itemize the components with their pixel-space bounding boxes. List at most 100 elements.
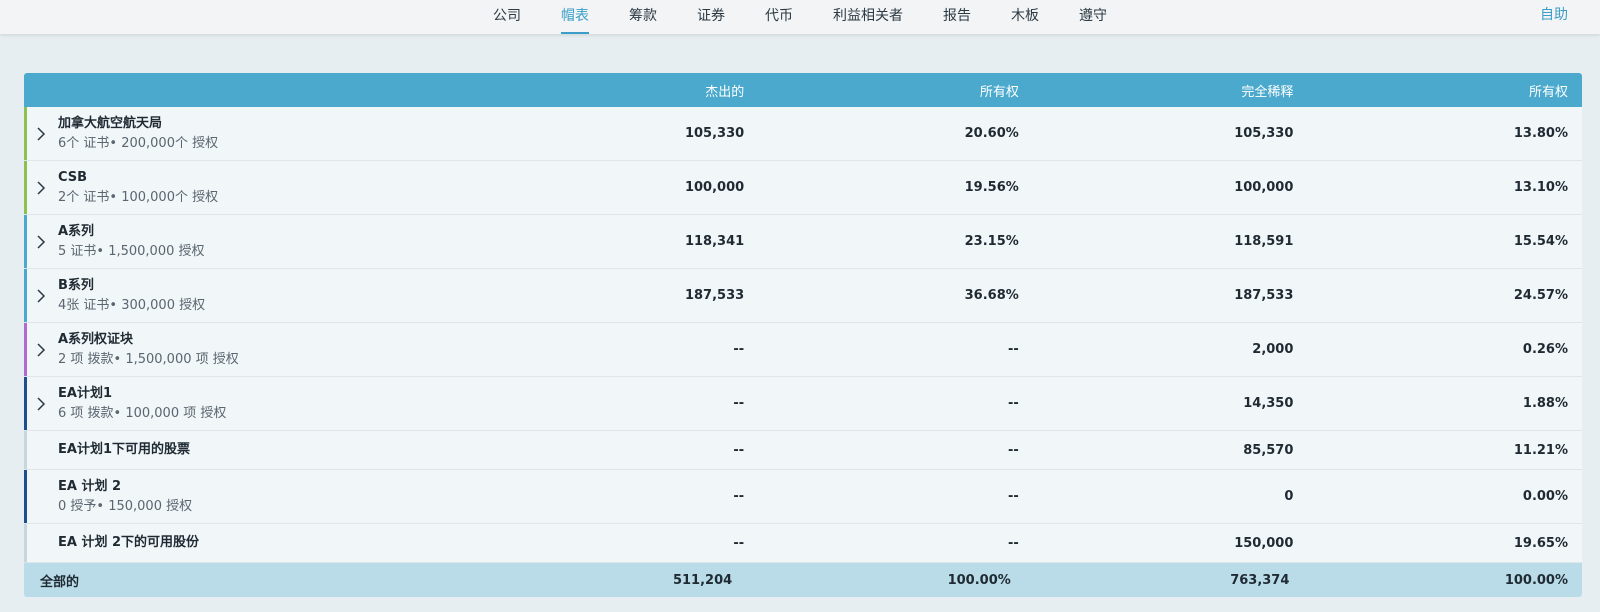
row-name-cell: EA计划1 6 项 拨款• 100,000 项 授权 [24, 384, 549, 424]
security-name: B系列 [58, 277, 94, 293]
table-body: 加拿大航空航天局 6个 证书• 200,000个 授权 105,330 20.60% 1… [24, 107, 1582, 563]
chevron-right-icon[interactable] [32, 233, 50, 251]
row-name-cell: EA 计划 2下的可用股份 [24, 533, 549, 553]
cell-ownership: -- [1008, 535, 1019, 551]
cell-diluted-ownership: 13.80% [1513, 126, 1569, 141]
table-row[interactable]: EA计划1 6 项 拨款• 100,000 项 授权 -- -- 14,350 1.88% [24, 377, 1582, 431]
row-name-cell: B系列 4张 证书• 300,000 授权 [24, 276, 549, 316]
nav-item-company[interactable]: 公司 [473, 0, 541, 34]
cell-diluted-ownership: 0.26% [1522, 342, 1569, 357]
cell-fully-diluted: 150,000 [1234, 535, 1294, 551]
security-name: EA计划1 [58, 385, 112, 401]
chevron-right-icon[interactable] [32, 125, 50, 143]
cell-outstanding: 187,533 [684, 288, 745, 303]
total-diluted-ownership: 100.00% [1504, 572, 1569, 588]
header-ownership[interactable]: 所有权 [758, 81, 1033, 100]
help-link[interactable]: 自助 [1540, 0, 1568, 32]
cell-ownership: -- [1008, 442, 1019, 458]
table-row: EA 计划 2下的可用股份 -- -- 150,000 19.65% [24, 524, 1582, 563]
cell-diluted-ownership: 1.88% [1522, 396, 1569, 411]
table-row[interactable]: 加拿大航空航天局 6个 证书• 200,000个 授权 105,330 20.60% 1… [24, 107, 1582, 161]
total-outstanding: 511,204 [672, 572, 733, 588]
chevron-right-icon[interactable] [32, 179, 50, 197]
main-nav: 公司 帽表 筹款 证券 代币 利益相关者 报告 木板 遵守 [0, 0, 1600, 34]
security-summary: 2个 证书• 100,000个 授权 [58, 189, 219, 205]
security-summary: 6个 证书• 200,000个 授权 [58, 135, 219, 151]
nav-item-reports[interactable]: 报告 [923, 0, 991, 34]
table-row[interactable]: CSB 2个 证书• 100,000个 授权 100,000 19.56% 100,00… [24, 161, 1582, 215]
row-color-bar [24, 269, 27, 322]
header-outstanding[interactable]: 杰出的 [549, 81, 758, 100]
row-name-cell: EA 计划 2 0 授予• 150,000 授权 [24, 477, 549, 517]
cell-diluted-ownership: 24.57% [1513, 288, 1569, 303]
cell-fully-diluted: 2,000 [1252, 342, 1294, 357]
cell-outstanding: -- [733, 396, 745, 411]
security-name: A系列 [58, 223, 95, 239]
cell-fully-diluted: 187,533 [1234, 288, 1294, 303]
total-label: 全部的 [40, 574, 80, 590]
cell-diluted-ownership: 19.65% [1513, 535, 1569, 551]
row-color-bar [24, 161, 27, 214]
row-name-cell: EA计划1下可用的股票 [24, 440, 549, 460]
security-summary: 6 项 拨款• 100,000 项 授权 [58, 405, 227, 421]
cell-outstanding: 100,000 [684, 180, 745, 195]
nav-item-securities[interactable]: 证券 [677, 0, 745, 34]
nav-item-stakeholders[interactable]: 利益相关者 [813, 0, 923, 34]
nav-item-compliance[interactable]: 遵守 [1059, 0, 1127, 34]
cell-outstanding: -- [733, 442, 745, 458]
header-diluted-ownership[interactable]: 所有权 [1307, 81, 1582, 100]
security-name: EA 计划 2下的可用股份 [58, 535, 200, 550]
security-name: 加拿大航空航天局 [58, 115, 163, 131]
row-name-lines: EA计划1 6 项 拨款• 100,000 项 授权 [58, 384, 226, 424]
security-summary: 0 授予• 150,000 授权 [58, 498, 193, 514]
row-name-lines: EA 计划 2下的可用股份 [58, 533, 199, 553]
row-color-bar [24, 215, 27, 268]
table-row[interactable]: A系列权证块 2 项 拨款• 1,500,000 项 授权 -- -- 2,000 0.2… [24, 323, 1582, 377]
security-summary: 2 项 拨款• 1,500,000 项 授权 [58, 351, 239, 367]
security-name: A系列权证块 [58, 331, 134, 347]
row-color-bar [24, 524, 27, 562]
row-name-cell: A系列权证块 2 项 拨款• 1,500,000 项 授权 [24, 330, 549, 370]
cell-outstanding: 118,341 [684, 234, 745, 249]
nav-item-fundraising[interactable]: 筹款 [609, 0, 677, 34]
row-color-bar [24, 470, 27, 523]
cell-diluted-ownership: 15.54% [1513, 234, 1569, 249]
row-name-lines: A系列权证块 2 项 拨款• 1,500,000 项 授权 [58, 330, 239, 370]
security-name: EA计划1下可用的股票 [58, 442, 190, 457]
security-name: CSB [58, 169, 88, 185]
header-fully-diluted[interactable]: 完全稀释 [1033, 81, 1308, 100]
table-row: EA计划1下可用的股票 -- -- 85,570 11.21% [24, 431, 1582, 470]
cell-ownership: 36.68% [964, 288, 1019, 303]
table-row: EA 计划 2 0 授予• 150,000 授权 -- -- 0 0.00% [24, 470, 1582, 524]
row-color-bar [24, 377, 27, 430]
row-color-bar [24, 431, 27, 469]
security-summary: 4张 证书• 300,000 授权 [58, 297, 206, 313]
cell-diluted-ownership: 11.21% [1513, 442, 1569, 458]
cell-fully-diluted: 118,591 [1234, 234, 1294, 249]
cell-ownership: -- [1008, 342, 1019, 357]
cell-ownership: 20.60% [964, 126, 1019, 141]
cell-ownership: -- [1008, 396, 1019, 411]
table-header: 杰出的 所有权 完全稀释 所有权 [24, 73, 1582, 107]
chevron-right-icon[interactable] [32, 341, 50, 359]
cell-fully-diluted: 105,330 [1234, 126, 1294, 141]
cap-table: 杰出的 所有权 完全稀释 所有权 加拿大航空航天局 6个 证书• 200,000个… [24, 73, 1582, 597]
nav-item-board[interactable]: 木板 [991, 0, 1059, 34]
cell-ownership: -- [1008, 489, 1019, 504]
chevron-right-icon[interactable] [32, 287, 50, 305]
cell-outstanding: -- [733, 535, 745, 551]
cell-diluted-ownership: 0.00% [1522, 489, 1569, 504]
row-color-bar [24, 323, 27, 376]
cell-fully-diluted: 0 [1284, 489, 1294, 504]
row-color-bar [24, 107, 27, 160]
table-row[interactable]: A系列 5 证书• 1,500,000 授权 118,341 23.15% 118,59… [24, 215, 1582, 269]
nav-item-cap-table[interactable]: 帽表 [541, 0, 609, 34]
chevron-right-icon[interactable] [32, 395, 50, 413]
total-row: 全部的 511,204 100.00% 763,374 100.00% [24, 563, 1582, 597]
cell-diluted-ownership: 13.10% [1513, 180, 1569, 195]
table-row[interactable]: B系列 4张 证书• 300,000 授权 187,533 36.68% 187,533… [24, 269, 1582, 323]
cell-fully-diluted: 100,000 [1234, 180, 1294, 195]
cell-outstanding: -- [733, 342, 745, 357]
nav-item-tokens[interactable]: 代币 [745, 0, 813, 34]
top-navigation-bar: 公司 帽表 筹款 证券 代币 利益相关者 报告 木板 遵守 自助 [0, 0, 1600, 34]
